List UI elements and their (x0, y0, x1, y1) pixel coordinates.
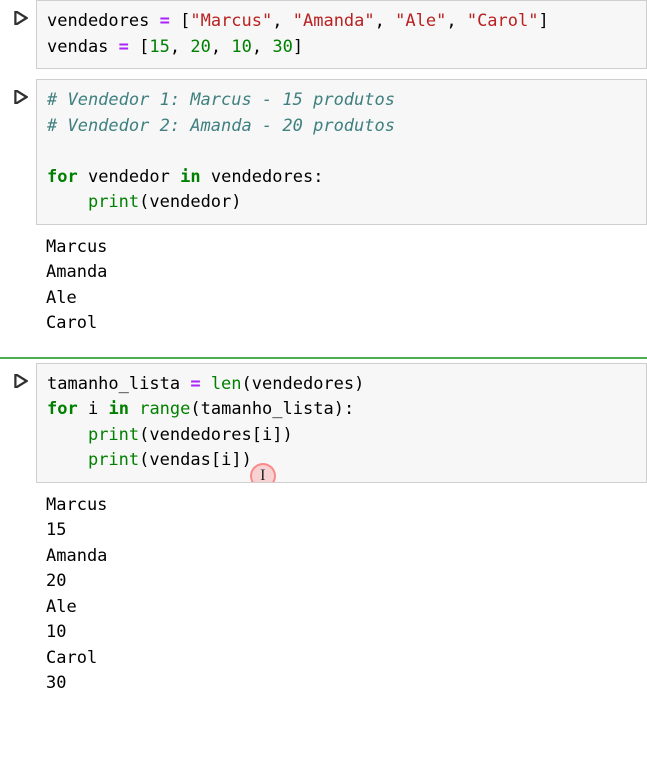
paren: ( (190, 399, 200, 419)
paren: ) (334, 399, 344, 419)
identifier: vendedores (252, 374, 354, 394)
comment: # Vendedor 2: Amanda - 20 produtos (47, 116, 395, 136)
keyword-for: for (47, 399, 78, 419)
paren: ) (283, 425, 293, 445)
identifier: vendedores (211, 167, 313, 187)
builtin-range: range (139, 399, 190, 419)
identifier: vendedores (47, 11, 149, 31)
identifier: i (88, 399, 98, 419)
comma: , (170, 37, 180, 57)
keyword-in: in (180, 167, 200, 187)
paren: ) (354, 374, 364, 394)
comma: , (252, 37, 262, 57)
identifier: vendedores (149, 425, 251, 445)
colon: : (313, 167, 323, 187)
bracket: [ (180, 11, 190, 31)
identifier: i (262, 425, 272, 445)
operator: = (190, 374, 200, 394)
paren: ( (242, 374, 252, 394)
text-cursor-icon: I (250, 463, 276, 483)
number: 15 (149, 37, 169, 57)
notebook-cell-1: vendedores = ["Marcus", "Amanda", "Ale",… (0, 0, 647, 69)
notebook-cell-3: tamanho_lista = len(vendedores) for i in… (0, 363, 647, 483)
run-prompt[interactable] (0, 0, 36, 32)
identifier: tamanho_lista (47, 374, 180, 394)
string: "Amanda" (293, 11, 375, 31)
number: 20 (190, 37, 210, 57)
operator: = (119, 37, 129, 57)
run-icon (14, 89, 28, 108)
paren: ( (139, 192, 149, 212)
colon: : (344, 399, 354, 419)
run-icon (14, 373, 28, 392)
notebook-cell-2: # Vendedor 1: Marcus - 15 produtos # Ven… (0, 79, 647, 225)
identifier: tamanho_lista (201, 399, 334, 419)
run-icon (14, 10, 28, 29)
identifier: i (221, 450, 231, 470)
identifier: vendedor (149, 192, 231, 212)
identifier: vendedor (88, 167, 170, 187)
keyword-in: in (108, 399, 128, 419)
code-input[interactable]: vendedores = ["Marcus", "Amanda", "Ale",… (36, 0, 647, 69)
run-prompt[interactable] (0, 363, 36, 395)
cell-selection-divider (0, 357, 647, 359)
bracket: ] (293, 37, 303, 57)
paren: ( (139, 425, 149, 445)
comment: # Vendedor 1: Marcus - 15 produtos (47, 90, 395, 110)
run-prompt[interactable] (0, 79, 36, 111)
keyword-for: for (47, 167, 78, 187)
builtin-print: print (88, 192, 139, 212)
number: 30 (272, 37, 292, 57)
comma: , (446, 11, 456, 31)
identifier: vendas (47, 37, 108, 57)
builtin-len: len (211, 374, 242, 394)
builtin-print: print (88, 450, 139, 470)
paren: ) (231, 192, 241, 212)
operator: = (160, 11, 170, 31)
cell-output: Marcus 15 Amanda 20 Ale 10 Carol 30 (36, 487, 647, 707)
string: "Ale" (395, 11, 446, 31)
code-input[interactable]: tamanho_lista = len(vendedores) for i in… (36, 363, 647, 483)
paren: ( (139, 450, 149, 470)
comma: , (375, 11, 385, 31)
number: 10 (231, 37, 251, 57)
bracket: ] (272, 425, 282, 445)
string: "Marcus" (190, 11, 272, 31)
bracket: ] (538, 11, 548, 31)
bracket: ] (231, 450, 241, 470)
bracket: [ (252, 425, 262, 445)
bracket: [ (211, 450, 221, 470)
identifier: vendas (149, 450, 210, 470)
cell-output: Marcus Amanda Ale Carol (36, 229, 647, 347)
comma: , (272, 11, 282, 31)
paren: ) (242, 450, 252, 470)
string: "Carol" (467, 11, 539, 31)
code-input[interactable]: # Vendedor 1: Marcus - 15 produtos # Ven… (36, 79, 647, 225)
comma: , (211, 37, 221, 57)
builtin-print: print (88, 425, 139, 445)
bracket: [ (139, 37, 149, 57)
